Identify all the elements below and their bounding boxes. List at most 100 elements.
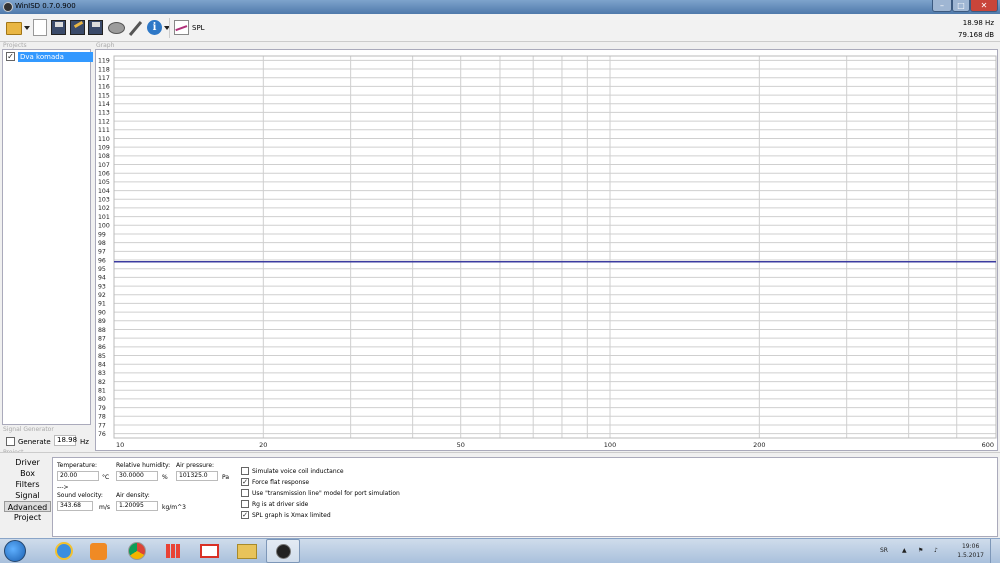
show-desktop-button[interactable] bbox=[990, 539, 1000, 563]
y-tick-label: 117 bbox=[98, 75, 110, 82]
x-tick-label: 50 bbox=[457, 441, 465, 449]
nav-filters[interactable]: Filters bbox=[4, 479, 51, 490]
start-icon[interactable] bbox=[4, 540, 26, 562]
save-all-icon[interactable] bbox=[88, 20, 103, 35]
y-tick-label: 83 bbox=[98, 370, 106, 377]
y-tick-label: 97 bbox=[98, 249, 106, 256]
apps-grid-icon[interactable] bbox=[166, 544, 180, 558]
list-item[interactable]: ✓ Dva komada bbox=[5, 52, 93, 62]
y-tick-label: 90 bbox=[98, 309, 106, 316]
toolbar: i SPL 18.98 Hz 79.168 dB bbox=[0, 14, 1000, 42]
generator-frequency-input[interactable]: 18.98 bbox=[54, 435, 77, 446]
tray-expand-icon[interactable]: ▲ bbox=[902, 547, 907, 554]
y-tick-label: 102 bbox=[98, 205, 110, 212]
nav-box[interactable]: Box bbox=[4, 468, 51, 479]
y-tick-label: 93 bbox=[98, 283, 106, 290]
y-tick-label: 98 bbox=[98, 240, 106, 247]
y-tick-label: 96 bbox=[98, 257, 106, 264]
option-checkbox[interactable] bbox=[241, 489, 249, 497]
y-tick-label: 106 bbox=[98, 171, 110, 178]
y-tick-label: 109 bbox=[98, 144, 110, 151]
project-checkbox[interactable]: ✓ bbox=[6, 52, 15, 61]
spl-graph-label[interactable]: SPL bbox=[192, 24, 205, 32]
nav-project[interactable]: Project bbox=[4, 512, 51, 523]
open-dropdown-arrow-icon[interactable] bbox=[24, 26, 30, 30]
humidity-input[interactable]: 30.0000 bbox=[116, 471, 158, 481]
clock[interactable]: 19:06 1.5.2017 bbox=[957, 542, 984, 560]
new-document-icon[interactable] bbox=[33, 19, 47, 36]
y-tick-label: 95 bbox=[98, 266, 106, 273]
calc-arrow: ---> bbox=[57, 484, 69, 491]
clock-time: 19:06 bbox=[961, 543, 980, 550]
x-tick-label: 10 bbox=[116, 441, 124, 449]
language-indicator[interactable]: SR bbox=[880, 547, 888, 554]
y-tick-label: 115 bbox=[98, 92, 110, 99]
generate-checkbox[interactable] bbox=[6, 437, 15, 446]
y-tick-label: 77 bbox=[98, 422, 106, 429]
humidity-label: Relative humidity: bbox=[116, 462, 171, 469]
y-tick-label: 107 bbox=[98, 162, 110, 169]
temperature-label: Temperature: bbox=[57, 462, 98, 469]
y-tick-label: 82 bbox=[98, 379, 106, 386]
open-folder-icon[interactable] bbox=[6, 22, 22, 35]
signal-generator: Generate 18.98 Hz bbox=[2, 432, 91, 450]
media-player-icon[interactable] bbox=[90, 543, 107, 560]
y-tick-label: 114 bbox=[98, 101, 110, 108]
y-tick-label: 86 bbox=[98, 344, 106, 351]
temperature-unit: °C bbox=[102, 474, 110, 481]
save-icon[interactable] bbox=[51, 20, 66, 35]
option-checkbox[interactable] bbox=[241, 500, 249, 508]
pressure-input[interactable]: 101325.0 bbox=[176, 471, 218, 481]
y-tick-label: 100 bbox=[98, 223, 110, 230]
info-icon[interactable]: i bbox=[147, 20, 162, 35]
save-as-icon[interactable] bbox=[70, 20, 85, 35]
nav-driver[interactable]: Driver bbox=[4, 457, 51, 468]
y-tick-label: 87 bbox=[98, 335, 106, 342]
tools-icon[interactable] bbox=[127, 20, 143, 36]
winisd-logo-icon bbox=[276, 544, 291, 559]
file-explorer-icon[interactable] bbox=[237, 544, 257, 559]
bottom-panel: Driver Box Filters Signal Advanced Proje… bbox=[0, 452, 1000, 538]
y-tick-label: 101 bbox=[98, 214, 110, 221]
option-checkbox[interactable]: ✓ bbox=[241, 478, 249, 486]
volume-icon[interactable]: ♪ bbox=[934, 547, 938, 554]
clock-date: 1.5.2017 bbox=[957, 552, 984, 559]
maximize-button[interactable]: □ bbox=[952, 0, 970, 12]
projects-list[interactable]: ✓ Dva komada bbox=[2, 49, 93, 425]
option-checkbox[interactable] bbox=[241, 467, 249, 475]
taskbar: SR ▲ ⚑ ♪ 19:06 1.5.2017 bbox=[0, 538, 1000, 563]
spl-graph[interactable]: 76 77 78 79 80 81 82 83 84 85 86 87 88 89 90 91 92 93 94 95… bbox=[95, 49, 998, 451]
sound-velocity-unit: m/s bbox=[99, 504, 110, 511]
y-tick-label: 92 bbox=[98, 292, 106, 299]
driver-icon[interactable] bbox=[108, 22, 125, 34]
y-tick-label: 80 bbox=[98, 396, 106, 403]
y-tick-label: 103 bbox=[98, 197, 110, 204]
option-label: Use "transmission line" model for port s… bbox=[252, 490, 400, 497]
option-label: Force flat response bbox=[252, 479, 310, 486]
option-label: Rg is at driver side bbox=[252, 501, 309, 508]
graph-section-label: Graph bbox=[96, 42, 115, 49]
project-name[interactable]: Dva komada bbox=[18, 52, 93, 62]
winisd-icon[interactable] bbox=[266, 539, 300, 563]
y-tick-label: 105 bbox=[98, 179, 110, 186]
pressure-label: Air pressure: bbox=[176, 462, 215, 469]
minimize-button[interactable]: – bbox=[932, 0, 952, 12]
nav-advanced[interactable]: Advanced bbox=[4, 501, 51, 512]
flag-icon[interactable]: ⚑ bbox=[918, 547, 923, 554]
temperature-input[interactable]: 20.00 bbox=[57, 471, 99, 481]
chrome-icon[interactable] bbox=[128, 542, 146, 560]
y-tick-label: 76 bbox=[98, 431, 106, 438]
air-density-unit: kg/m^3 bbox=[162, 504, 186, 511]
spl-graph-icon[interactable] bbox=[174, 20, 189, 35]
nav-signal[interactable]: Signal bbox=[4, 490, 51, 501]
gmail-icon[interactable] bbox=[200, 544, 219, 558]
internet-explorer-icon[interactable] bbox=[55, 542, 73, 560]
y-tick-label: 81 bbox=[98, 388, 106, 395]
air-density-value: 1.20095 bbox=[116, 501, 158, 511]
level-readout: 79.168 dB bbox=[958, 31, 994, 39]
close-button[interactable]: ✕ bbox=[970, 0, 998, 12]
option-checkbox[interactable]: ✓ bbox=[241, 511, 249, 519]
y-tick-label: 79 bbox=[98, 405, 106, 412]
y-tick-label: 110 bbox=[98, 136, 110, 143]
generator-frequency-unit: Hz bbox=[80, 438, 89, 446]
